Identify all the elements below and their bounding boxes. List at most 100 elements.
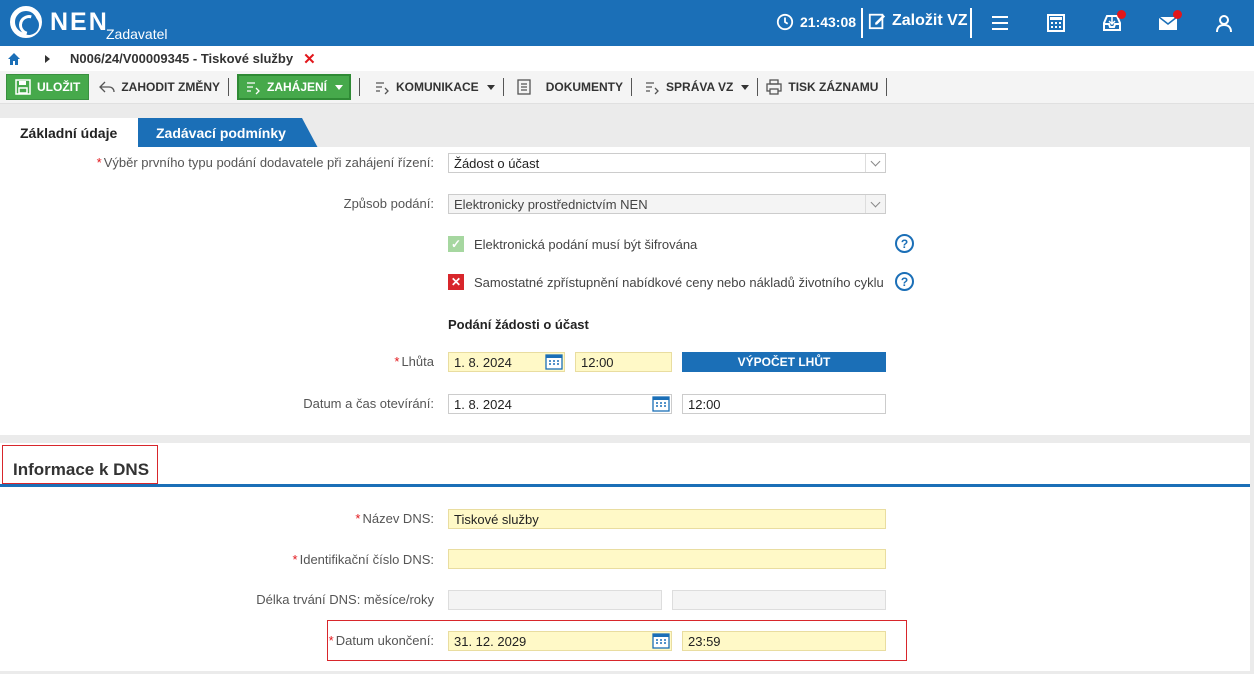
dns-panel: Informace k DNS * Název DNS: Tiskové služ…: [0, 443, 1250, 671]
tab-basic-info[interactable]: Základní údaje: [0, 118, 154, 148]
calendar-icon[interactable]: [545, 354, 563, 370]
create-vz-button[interactable]: Založit VZ: [868, 12, 968, 30]
discard-changes-button[interactable]: ZAHODIT ZMĚNY: [99, 74, 220, 100]
divider: [970, 8, 972, 38]
management-menu-button[interactable]: SPRÁVA VZ: [644, 74, 750, 100]
top-bar: NEN Zadavatel 21:43:08 Založit VZ: [0, 0, 1254, 46]
method-value: Elektronicky prostřednictvím NEN: [454, 197, 648, 212]
separate-checkbox[interactable]: ✕: [448, 274, 464, 290]
dns-section-title: Informace k DNS: [2, 445, 158, 484]
deadline-date-input[interactable]: 1. 8. 2024: [448, 352, 565, 372]
nen-logo-icon[interactable]: [10, 6, 42, 38]
save-label: ULOŽIT: [37, 80, 81, 94]
home-icon[interactable]: [7, 52, 21, 66]
first-type-label: * Výběr prvního typu podání dodavatele př…: [96, 155, 434, 170]
deadline-time-input[interactable]: 12:00: [575, 352, 672, 372]
logo-text[interactable]: NEN: [50, 8, 109, 37]
opening-time-input[interactable]: 12:00: [682, 394, 886, 414]
session-clock: 21:43:08: [776, 13, 856, 31]
create-vz-label: Založit VZ: [892, 12, 968, 29]
submission-panel: * Výběr prvního typu podání dodavatele př…: [0, 147, 1250, 435]
floppy-icon: [15, 79, 31, 95]
divider: [861, 8, 863, 38]
divider: [886, 78, 888, 96]
dns-duration-months-input[interactable]: [448, 590, 662, 610]
dns-end-time-input[interactable]: 23:59: [682, 631, 886, 651]
list-icon: [646, 82, 659, 95]
dns-name-label: * Název DNS:: [355, 511, 434, 526]
discard-label: ZAHODIT ZMĚNY: [121, 80, 220, 94]
breadcrumb: N006/24/V00009345 - Tiskové služby ✕: [0, 46, 1254, 71]
documents-label: DOKUMENTY: [545, 80, 624, 94]
section-divider: [0, 484, 1250, 487]
dns-end-date-input[interactable]: 31. 12. 2029: [448, 631, 672, 651]
method-select[interactable]: Elektronicky prostřednictvím NEN: [448, 194, 886, 214]
breadcrumb-title: N006/24/V00009345 - Tiskové služby: [70, 51, 294, 66]
edit-icon: [868, 13, 886, 30]
toolbar: ULOŽIT ZAHODIT ZMĚNY ZAHÁJENÍ KOMUNIKACE…: [0, 71, 1254, 104]
document-icon: [517, 79, 531, 95]
calendar-icon[interactable]: [652, 396, 670, 412]
first-type-value: Žádost o účast: [454, 156, 540, 171]
opening-date-input[interactable]: 1. 8. 2024: [448, 394, 672, 414]
first-type-select[interactable]: Žádost o účast: [448, 153, 886, 173]
mail-icon[interactable]: [1158, 10, 1182, 33]
separate-label: Samostatné zpřístupnění nabídkové ceny n…: [474, 274, 884, 290]
communication-menu-button[interactable]: KOMUNIKACE: [374, 74, 495, 100]
dns-duration-label: Délka trvání DNS: měsíce/roky: [256, 592, 434, 607]
encrypted-checkbox[interactable]: ✓: [448, 236, 464, 252]
dns-end-date-value: 31. 12. 2029: [454, 634, 527, 649]
notification-dot: [1117, 10, 1126, 19]
separate-checkbox-row: ✕ Samostatné zpřístupnění nabídkové ceny…: [448, 274, 884, 290]
deadline-label: * Lhůta: [394, 354, 434, 369]
dns-id-label: * Identifikační číslo DNS:: [292, 552, 434, 567]
caret-down-icon: [741, 84, 750, 90]
caret-right-icon[interactable]: [45, 54, 50, 63]
dns-duration-years-input[interactable]: [672, 590, 886, 610]
save-button[interactable]: ULOŽIT: [6, 74, 90, 100]
calculator-icon[interactable]: [1046, 13, 1066, 33]
caret-down-icon: [335, 84, 344, 90]
opening-label: Datum a čas otevírání:: [303, 396, 434, 411]
documents-button[interactable]: DOKUMENTY: [516, 74, 623, 100]
divider: [502, 78, 504, 96]
help-icon[interactable]: ?: [895, 234, 914, 253]
print-label: TISK ZÁZNAMU: [788, 80, 879, 94]
close-icon[interactable]: ✕: [303, 50, 316, 68]
chevron-down-icon: [865, 195, 885, 213]
deadline-date-value: 1. 8. 2024: [454, 355, 512, 370]
dns-end-label: * Datum ukončení:: [328, 633, 434, 648]
start-label: ZAHÁJENÍ: [267, 80, 328, 94]
divider: [631, 78, 633, 96]
start-menu-button[interactable]: ZAHÁJENÍ: [237, 74, 352, 100]
method-label: Způsob podání:: [343, 196, 434, 211]
tab-bar: Základní údaje Zadávací podmínky: [0, 118, 1254, 148]
print-record-button[interactable]: TISK ZÁZNAMU: [766, 74, 878, 100]
calendar-icon[interactable]: [652, 633, 670, 649]
clock-icon: [776, 13, 794, 31]
list-icon: [376, 82, 389, 95]
printer-icon: [766, 79, 783, 95]
help-icon[interactable]: ?: [895, 272, 914, 291]
management-label: SPRÁVA VZ: [666, 80, 734, 94]
inbox-icon[interactable]: [1102, 10, 1126, 33]
encrypted-label: Elektronická podání musí být šifrována: [474, 236, 698, 252]
encrypted-checkbox-row: ✓ Elektronická podání musí být šifrována: [448, 236, 697, 252]
list-icon: [247, 82, 260, 95]
communication-label: KOMUNIKACE: [396, 80, 479, 94]
dns-id-input[interactable]: [448, 549, 886, 569]
dns-name-input[interactable]: Tiskové služby: [448, 509, 886, 529]
caret-down-icon: [486, 84, 495, 90]
divider: [228, 78, 229, 96]
divider: [757, 78, 759, 96]
notification-dot: [1173, 10, 1182, 19]
chevron-down-icon: [865, 154, 885, 172]
menu-icon[interactable]: [990, 13, 1010, 33]
divider: [359, 78, 361, 96]
clock-time: 21:43:08: [800, 14, 857, 30]
calculate-deadlines-button[interactable]: VÝPOČET LHŮT: [682, 352, 886, 372]
opening-date-value: 1. 8. 2024: [454, 397, 512, 412]
user-icon[interactable]: [1214, 13, 1234, 33]
tab-tender-conditions[interactable]: Zadávací podmínky: [138, 118, 318, 148]
role-label: Zadavatel: [106, 26, 168, 42]
